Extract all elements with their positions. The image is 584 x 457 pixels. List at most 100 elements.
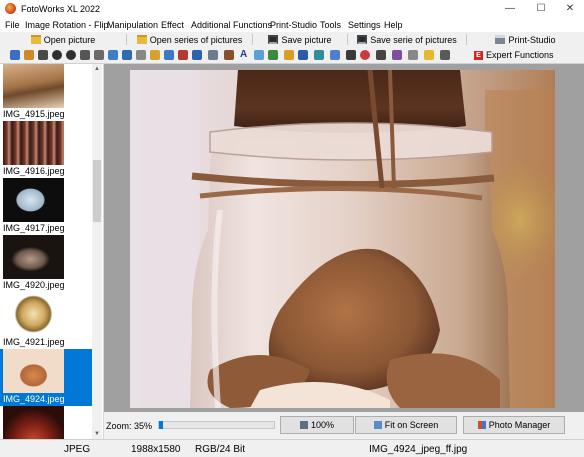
title-bar: FotoWorks XL 2022 — ☐ ✕ bbox=[0, 0, 584, 18]
clone-icon[interactable] bbox=[298, 50, 308, 60]
menu-additional-functions[interactable]: Additional Functions bbox=[191, 20, 272, 30]
flip-icon[interactable] bbox=[80, 50, 90, 60]
zoom-100-button[interactable]: 100% bbox=[280, 416, 354, 434]
menu-effect[interactable]: Effect bbox=[161, 20, 184, 30]
thumbnail-image bbox=[3, 406, 64, 439]
star-icon[interactable] bbox=[424, 50, 434, 60]
save-series-label: Save serie of pictures bbox=[370, 34, 457, 45]
thumbnail-item[interactable]: IMG_4915.jpeg bbox=[0, 64, 92, 121]
menu-settings[interactable]: Settings bbox=[348, 20, 381, 30]
fit-screen-icon bbox=[373, 421, 382, 429]
sharpen-icon[interactable] bbox=[208, 50, 218, 60]
window-title: FotoWorks XL 2022 bbox=[21, 4, 101, 14]
open-picture-button[interactable]: Open picture bbox=[0, 32, 126, 47]
thumbnail-image bbox=[3, 64, 64, 108]
save-picture-label: Save picture bbox=[281, 34, 332, 45]
open-series-button[interactable]: Open series of pictures bbox=[127, 32, 252, 47]
resize-icon[interactable] bbox=[108, 50, 118, 60]
red-eye-icon[interactable] bbox=[360, 50, 370, 60]
brightness-icon[interactable] bbox=[164, 50, 174, 60]
folder-icon bbox=[30, 35, 41, 44]
photo-manager-button[interactable]: Photo Manager bbox=[463, 416, 565, 434]
zoom-slider[interactable] bbox=[158, 421, 275, 429]
thumbnail-image bbox=[3, 121, 64, 165]
thumbnail-item-selected[interactable]: IMG_4924.jpeg bbox=[0, 349, 92, 406]
print-studio-button[interactable]: Print-Studio bbox=[467, 32, 584, 47]
picture-icon[interactable] bbox=[224, 50, 234, 60]
main-photo bbox=[130, 70, 555, 408]
fit-on-screen-button[interactable]: Fit on Screen bbox=[355, 416, 457, 434]
status-filename: IMG_4924_jpeg_ff.jpg bbox=[369, 444, 468, 455]
menu-file[interactable]: File bbox=[5, 20, 20, 30]
thumbnail-image bbox=[3, 235, 64, 279]
thumbnail-item[interactable] bbox=[0, 406, 92, 439]
thumbnail-label: IMG_4917.jpeg bbox=[3, 223, 65, 233]
scrollbar-thumb[interactable] bbox=[93, 160, 101, 222]
menu-help[interactable]: Help bbox=[384, 20, 403, 30]
floppy-disk-icon bbox=[357, 35, 368, 44]
menu-print-studio[interactable]: Print-Studio bbox=[270, 20, 317, 30]
print-studio-label: Print-Studio bbox=[508, 34, 556, 45]
status-color-mode: RGB/24 Bit bbox=[195, 444, 246, 455]
crop-icon[interactable] bbox=[10, 50, 20, 60]
rotate-right-icon[interactable] bbox=[38, 50, 48, 60]
shape-icon[interactable] bbox=[254, 50, 264, 60]
brush-icon[interactable] bbox=[150, 50, 160, 60]
thumbnail-item[interactable]: IMG_4916.jpeg bbox=[0, 121, 92, 178]
export-icon[interactable] bbox=[330, 50, 340, 60]
text-icon[interactable]: A bbox=[240, 50, 250, 60]
rotate-back-icon[interactable] bbox=[66, 50, 76, 60]
image-viewer[interactable] bbox=[104, 64, 584, 412]
copy-icon[interactable] bbox=[408, 50, 418, 60]
rotate-icon[interactable] bbox=[52, 50, 62, 60]
mirror-icon[interactable] bbox=[94, 50, 104, 60]
close-button[interactable]: ✕ bbox=[555, 0, 584, 18]
filter-icon[interactable] bbox=[346, 50, 356, 60]
image-insert-icon[interactable] bbox=[268, 50, 278, 60]
thumbnail-item[interactable]: IMG_4920.jpeg bbox=[0, 235, 92, 292]
thumbnail-scrollbar[interactable]: ▲ ▼ bbox=[92, 64, 102, 439]
contrast-icon[interactable] bbox=[192, 50, 202, 60]
open-series-label: Open series of pictures bbox=[149, 34, 243, 45]
thumbnail-label: IMG_4924.jpeg bbox=[3, 394, 65, 404]
save-picture-button[interactable]: Save picture bbox=[253, 32, 347, 47]
minimize-button[interactable]: — bbox=[495, 0, 525, 18]
main-toolbar: Open picture Open series of pictures Sav… bbox=[0, 32, 584, 48]
save-series-button[interactable]: Save serie of pictures bbox=[348, 32, 466, 47]
color-icon[interactable] bbox=[178, 50, 188, 60]
grid-icon[interactable] bbox=[376, 50, 386, 60]
expert-functions-button[interactable]: E Expert Functions bbox=[474, 48, 554, 62]
frame-icon[interactable] bbox=[122, 50, 132, 60]
thumbnail-label: IMG_4915.jpeg bbox=[3, 109, 65, 119]
thumbnail-item[interactable]: IMG_4921.jpeg bbox=[0, 292, 92, 349]
straighten-icon[interactable] bbox=[136, 50, 146, 60]
zoom-slider-thumb[interactable] bbox=[159, 421, 163, 429]
floppy-disk-icon bbox=[268, 35, 279, 44]
app-icon bbox=[5, 3, 16, 14]
info-icon[interactable] bbox=[440, 50, 450, 60]
zoom-100-label: 100% bbox=[310, 420, 335, 430]
scroll-up-arrow-icon[interactable]: ▲ bbox=[92, 64, 102, 74]
zoom-100-icon bbox=[299, 421, 308, 429]
photo-render bbox=[130, 70, 555, 408]
fit-on-screen-label: Fit on Screen bbox=[384, 420, 439, 430]
scroll-down-arrow-icon[interactable]: ▼ bbox=[92, 429, 102, 439]
rotate-left-icon[interactable] bbox=[24, 50, 34, 60]
printer-icon bbox=[495, 35, 506, 44]
bottom-controls: Zoom: 35% 100% Fit on Screen Photo Manag… bbox=[104, 412, 584, 439]
effect-icon[interactable] bbox=[392, 50, 402, 60]
menu-tools[interactable]: Tools bbox=[320, 20, 341, 30]
menu-image-rotation[interactable]: Image Rotation - Flip bbox=[25, 20, 109, 30]
thumbnail-image bbox=[3, 292, 64, 336]
thumbnail-sidebar: IMG_4915.jpeg IMG_4916.jpeg IMG_4917.jpe… bbox=[0, 64, 104, 439]
thumbnail-label: IMG_4921.jpeg bbox=[3, 337, 65, 347]
collage-icon[interactable] bbox=[314, 50, 324, 60]
maximize-button[interactable]: ☐ bbox=[526, 0, 556, 18]
thumbnail-label: IMG_4916.jpeg bbox=[3, 166, 65, 176]
expert-functions-label: Expert Functions bbox=[486, 50, 554, 60]
pencil-icon[interactable] bbox=[284, 50, 294, 60]
thumbnail-item[interactable]: IMG_4917.jpeg bbox=[0, 178, 92, 235]
menu-manipulation[interactable]: Manipulation bbox=[107, 20, 158, 30]
zoom-label: Zoom: 35% bbox=[106, 421, 153, 431]
thumbnail-label: IMG_4920.jpeg bbox=[3, 280, 65, 290]
